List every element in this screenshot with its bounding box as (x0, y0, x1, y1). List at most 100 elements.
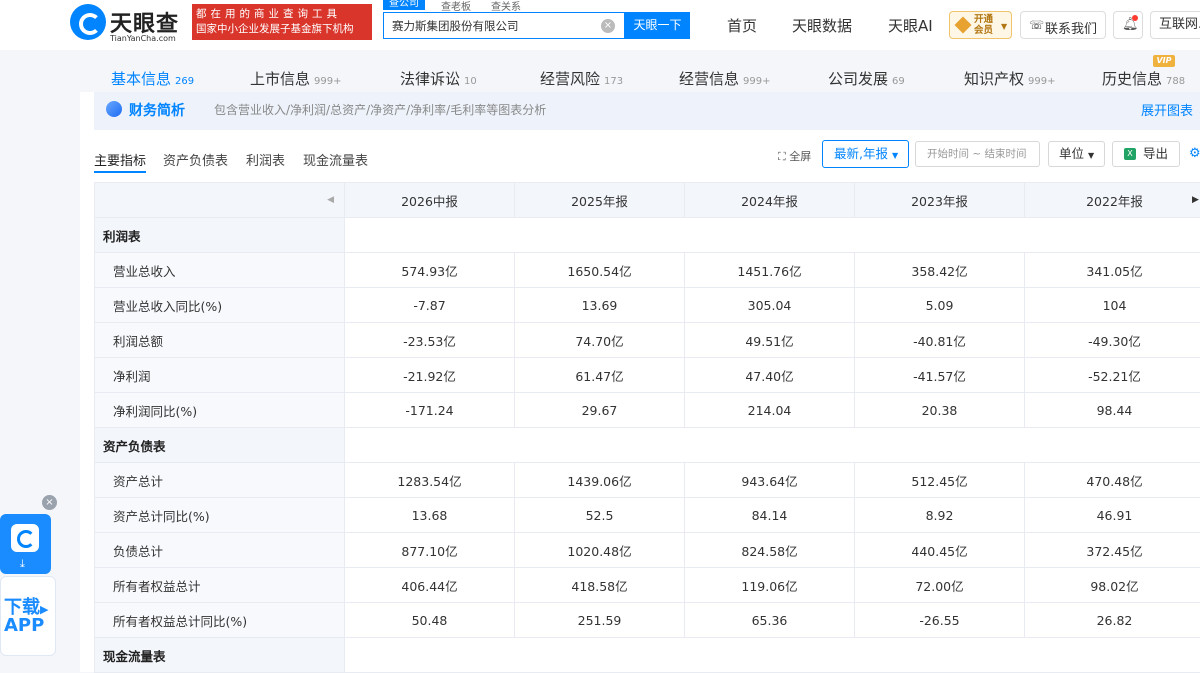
vip-label-line-1: 开通 (974, 14, 993, 25)
table-cell: -41.57亿 (855, 358, 1025, 393)
unit-select[interactable]: 单位 ▼ (1048, 141, 1105, 167)
finance-icon (106, 101, 122, 117)
table-cell: 98.44 (1025, 393, 1200, 428)
fullscreen-label: 全屏 (789, 150, 811, 163)
tab-listing-info[interactable]: 上市信息999+ (250, 68, 341, 89)
group-label: 现金流量表 (95, 638, 345, 673)
tab-income-statement[interactable]: 利润表 (246, 150, 285, 169)
nav-tianyan-data[interactable]: 天眼数据 (792, 15, 852, 36)
vip-badge: VIP (1153, 55, 1175, 67)
app-label: APP (4, 615, 44, 636)
scroll-right-icon[interactable]: ▶ (1192, 195, 1199, 205)
table-cell: 47.40亿 (685, 358, 855, 393)
table-cell: -171.24 (345, 393, 515, 428)
table-cell: 1451.76亿 (685, 253, 855, 288)
tab-label: 公司发展 (828, 70, 888, 88)
table-cell: 251.59 (515, 603, 685, 638)
tab-label: 上市信息 (250, 70, 310, 88)
tab-count: 173 (604, 76, 623, 87)
table-cell: 943.64亿 (685, 463, 855, 498)
unit-select-label: 单位 (1059, 146, 1084, 161)
tab-business-info[interactable]: 经营信息999+ (679, 68, 770, 89)
table-row: 营业总收入同比(%) -7.87 13.69 305.04 5.09 104 (95, 288, 1200, 323)
tab-label: 经营信息 (679, 70, 739, 88)
table-cell: 418.58亿 (515, 568, 685, 603)
search-tab-company[interactable]: 查公司 (383, 0, 425, 10)
table-row: 净利润同比(%) -171.24 29.67 214.04 20.38 98.4… (95, 393, 1200, 428)
table-cell: 29.67 (515, 393, 685, 428)
notifications-button[interactable]: 🔔︎ (1113, 11, 1143, 39)
table-cell: 5.09 (855, 288, 1025, 323)
tab-basic-info[interactable]: 基本信息269 (111, 68, 194, 89)
date-range-picker[interactable]: 开始时间 ~ 结束时间 (915, 141, 1040, 167)
tab-cash-flow[interactable]: 现金流量表 (303, 150, 368, 169)
row-label: 资产总计 (95, 463, 345, 498)
group-label: 利润表 (95, 218, 345, 253)
gear-icon[interactable]: ⚙ (1189, 146, 1200, 161)
group-row: 资产负债表 (95, 428, 1200, 463)
row-label: 净利润 (95, 358, 345, 393)
column-header: 2026中报 (345, 183, 515, 218)
tab-key-indicators[interactable]: 主要指标 (94, 150, 146, 169)
table-row: 净利润 -21.92亿 61.47亿 47.40亿 -41.57亿 -52.21… (95, 358, 1200, 393)
table-cell: -7.87 (345, 288, 515, 323)
table-row: 资产总计同比(%) 13.68 52.5 84.14 8.92 46.91 (95, 498, 1200, 533)
group-fill (345, 428, 1200, 463)
table-cell: 61.47亿 (515, 358, 685, 393)
active-tab-indicator (94, 171, 146, 173)
internet-button[interactable]: 互联网... (1150, 11, 1200, 39)
column-header: 2023年报 (855, 183, 1025, 218)
tab-litigation[interactable]: 法律诉讼 10 (400, 68, 477, 89)
table-cell: 98.02亿 (1025, 568, 1200, 603)
column-header: 2022年报 (1025, 183, 1200, 218)
tab-count: 788 (1166, 76, 1185, 87)
nav-tianyan-ai[interactable]: 天眼AI (888, 15, 933, 36)
table-row: 所有者权益总计同比(%) 50.48 251.59 65.36 -26.55 2… (95, 603, 1200, 638)
table-cell: -40.81亿 (855, 323, 1025, 358)
phone-icon: ☏ (1029, 18, 1044, 32)
slogan-line-1: 都在用的商业查询工具 (196, 7, 368, 22)
tab-label: 历史信息 (1102, 70, 1162, 88)
tianyancha-logo[interactable]: 天眼查 TianYanCha.com (70, 4, 188, 44)
search-button[interactable]: 天眼一下 (625, 12, 690, 39)
expand-chart-label: 展开图表 (1141, 104, 1193, 119)
contact-us-button[interactable]: ☏ 联系我们 (1020, 11, 1106, 39)
scroll-left-icon[interactable]: ◀ (95, 183, 345, 218)
period-select[interactable]: 最新,年报 ▼ (822, 140, 909, 168)
section-header: 财务简析 包含营业收入/净利润/总资产/净资产/净利率/毛利率等图表分析 展开图… (94, 92, 1200, 130)
group-row: 利润表 (95, 218, 1200, 253)
search-input-value: 赛力斯集团股份有限公司 (392, 18, 519, 34)
expand-chart-button[interactable]: 展开图表 ⌄ (1141, 100, 1200, 119)
table-row: 利润总额 -23.53亿 74.70亿 49.51亿 -40.81亿 -49.3… (95, 323, 1200, 358)
row-label: 营业总收入同比(%) (95, 288, 345, 323)
fullscreen-button[interactable]: ⛶ 全屏 (778, 148, 811, 164)
table-cell: 65.36 (685, 603, 855, 638)
table-cell: 26.82 (1025, 603, 1200, 638)
tab-label: 知识产权 (964, 70, 1024, 88)
tab-intellectual-property[interactable]: 知识产权999+ (964, 68, 1055, 89)
table-cell: 358.42亿 (855, 253, 1025, 288)
search-input[interactable]: 赛力斯集团股份有限公司 × (383, 12, 625, 39)
tab-company-development[interactable]: 公司发展69 (828, 68, 905, 89)
tab-business-risk[interactable]: 经营风险173 (540, 68, 623, 89)
clear-icon[interactable]: × (601, 19, 615, 33)
export-button[interactable]: X 导出 (1112, 141, 1180, 167)
tab-count: 10 (464, 76, 477, 87)
table-cell: 119.06亿 (685, 568, 855, 603)
table-cell: 46.91 (1025, 498, 1200, 533)
tab-history-info[interactable]: 历史信息 788 (1102, 68, 1185, 89)
row-label: 营业总收入 (95, 253, 345, 288)
close-icon[interactable]: × (42, 495, 57, 510)
tab-label: 法律诉讼 (400, 70, 460, 88)
table-cell: 13.69 (515, 288, 685, 323)
open-vip-button[interactable]: 开通 会员 ▼ (949, 11, 1012, 39)
nav-home[interactable]: 首页 (727, 15, 757, 36)
top-header: 天眼查 TianYanCha.com 都在用的商业查询工具 国家中小企业发展子基… (0, 0, 1200, 50)
app-download-widget[interactable]: ⤓ (0, 514, 51, 574)
download-app-button[interactable]: 下载▶ APP (0, 576, 56, 656)
excel-icon: X (1124, 148, 1136, 160)
tab-balance-sheet[interactable]: 资产负债表 (163, 150, 228, 169)
vip-label: 开通 会员 (974, 14, 993, 36)
table-cell: 214.04 (685, 393, 855, 428)
table-cell: 512.45亿 (855, 463, 1025, 498)
